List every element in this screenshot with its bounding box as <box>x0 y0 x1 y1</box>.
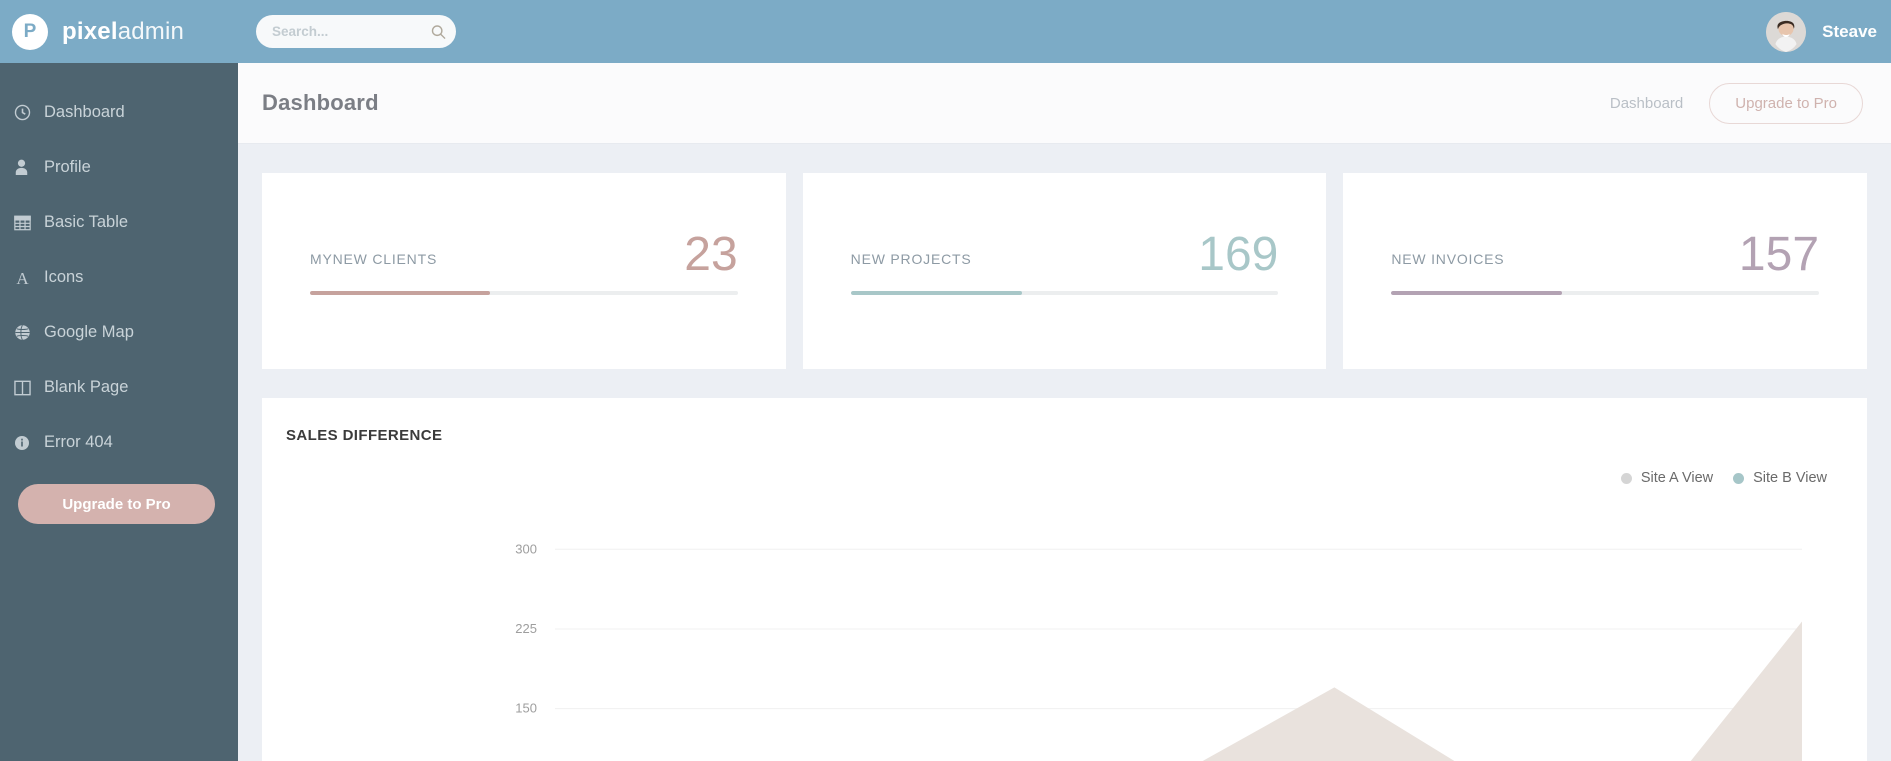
sidebar-item-icons[interactable]: A Icons <box>0 250 238 305</box>
chart-y-tick-label: 150 <box>515 701 537 716</box>
page-header-actions: Dashboard Upgrade to Pro <box>1610 82 1863 124</box>
sales-difference-panel: SALES DIFFERENCE Site A View Site B View… <box>262 398 1867 761</box>
stat-card-top: NEW PROJECTS 169 <box>850 228 1279 281</box>
breadcrumb[interactable]: Dashboard <box>1610 95 1683 112</box>
legend-label: Site B View <box>1753 470 1827 486</box>
stat-card-progress-fill <box>1391 291 1563 296</box>
chart-gridlines <box>555 548 1802 710</box>
upgrade-to-pro-button[interactable]: Upgrade to Pro <box>1709 82 1863 124</box>
legend-dot-icon <box>1620 472 1632 484</box>
legend-label: Site A View <box>1640 470 1714 486</box>
search-input[interactable] <box>256 15 456 48</box>
stat-card-value: 157 <box>1738 228 1820 281</box>
sidebar-item-label: Blank Page <box>44 378 129 396</box>
chart-title: SALES DIFFERENCE <box>286 427 443 444</box>
chart-y-tick-label: 300 <box>515 541 537 556</box>
stat-card-new-invoices[interactable]: NEW INVOICES 157 <box>1343 173 1868 369</box>
sidebar-item-label: Basic Table <box>44 213 129 231</box>
sidebar-item-dashboard[interactable]: Dashboard <box>0 85 238 140</box>
user-menu[interactable]: Steave <box>1766 11 1883 52</box>
user-name: Steave <box>1822 21 1877 41</box>
stat-cards-row: MYNEW CLIENTS 23 NEW PROJECTS 169 NEW IN… <box>238 143 1891 369</box>
stat-card-value: 23 <box>684 228 738 281</box>
table-icon <box>14 215 44 231</box>
sidebar-item-label: Icons <box>44 268 84 286</box>
user-icon <box>14 159 44 176</box>
legend-dot-icon <box>1733 472 1745 484</box>
stat-card-progress-fill <box>850 291 1022 296</box>
main-content: Dashboard Dashboard Upgrade to Pro MYNEW… <box>238 63 1891 761</box>
search-box[interactable] <box>256 15 456 48</box>
brand-name: pixeladmin <box>62 18 184 46</box>
stat-card-progress-track <box>850 291 1279 296</box>
topbar: Steave <box>238 0 1891 63</box>
font-a-icon: A <box>14 269 44 286</box>
chart-svg: 30022515075 <box>515 541 1802 761</box>
sidebar-item-basic-table[interactable]: Basic Table <box>0 195 238 250</box>
clock-icon <box>14 104 44 121</box>
stat-card-new-projects[interactable]: NEW PROJECTS 169 <box>802 173 1327 369</box>
stat-card-inner: NEW PROJECTS 169 <box>850 228 1279 296</box>
brand-name-bold: pixel <box>62 17 118 45</box>
sidebar-upgrade-to-pro-button[interactable]: Upgrade to Pro <box>18 484 215 524</box>
sidebar-item-label: Google Map <box>44 323 134 341</box>
sidebar-item-label: Profile <box>44 158 91 176</box>
sidebar-item-blank-page[interactable]: Blank Page <box>0 360 238 415</box>
sidebar-item-google-map[interactable]: Google Map <box>0 305 238 360</box>
sidebar: P pixeladmin Dashboard Profile Basic Tab… <box>0 0 238 761</box>
chart-area-series-1 <box>1314 698 1802 761</box>
info-circle-icon <box>14 435 44 451</box>
brand-logo-circle: P <box>12 13 48 50</box>
svg-text:A: A <box>16 269 29 286</box>
brand-logo-area[interactable]: P pixeladmin <box>0 0 238 63</box>
stat-card-value: 169 <box>1198 228 1279 281</box>
sidebar-upgrade-wrap: Upgrade to Pro <box>0 470 238 524</box>
avatar <box>1766 11 1807 52</box>
stat-card-progress-track <box>1391 291 1820 296</box>
legend-item-site-b-view[interactable]: Site B View <box>1733 470 1827 486</box>
stat-card-label: MYNEW CLIENTS <box>310 251 438 268</box>
stat-card-top: MYNEW CLIENTS 23 <box>310 228 738 281</box>
stat-card-top: NEW INVOICES 157 <box>1391 228 1820 281</box>
page-header: Dashboard Dashboard Upgrade to Pro <box>238 63 1891 143</box>
chart-y-axis-labels: 30022515075 <box>515 541 537 716</box>
chart-y-tick-label: 225 <box>515 621 537 636</box>
chart-plot-area[interactable]: 30022515075 <box>262 502 1867 761</box>
sidebar-item-error-404[interactable]: Error 404 <box>0 415 238 470</box>
stat-card-progress-fill <box>310 291 490 296</box>
sidebar-item-label: Dashboard <box>44 103 125 121</box>
stat-card-label: NEW INVOICES <box>1391 251 1505 268</box>
brand-name-light: admin <box>117 17 185 45</box>
sidebar-nav: Dashboard Profile Basic Table A Icons Go… <box>0 63 238 470</box>
stat-card-inner: MYNEW CLIENTS 23 <box>310 228 738 296</box>
stat-card-label: NEW PROJECTS <box>850 251 972 268</box>
app-root: P pixeladmin Dashboard Profile Basic Tab… <box>0 0 1891 761</box>
columns-icon <box>14 380 44 396</box>
legend-item-site-a-view[interactable]: Site A View <box>1620 470 1714 486</box>
sidebar-item-label: Error 404 <box>44 433 113 451</box>
brand-logo-letter: P <box>23 21 37 42</box>
search-icon[interactable] <box>431 24 446 39</box>
sidebar-item-profile[interactable]: Profile <box>0 140 238 195</box>
stat-card-mynew-clients[interactable]: MYNEW CLIENTS 23 <box>262 173 786 369</box>
stat-card-progress-track <box>310 291 738 296</box>
chart-legend: Site A View Site B View <box>1620 470 1827 486</box>
chart-area-series-2 <box>1202 621 1802 761</box>
chart-series-areas <box>1202 621 1802 761</box>
page-title: Dashboard <box>262 90 379 115</box>
stat-card-inner: NEW INVOICES 157 <box>1391 228 1820 296</box>
globe-icon <box>14 324 44 341</box>
